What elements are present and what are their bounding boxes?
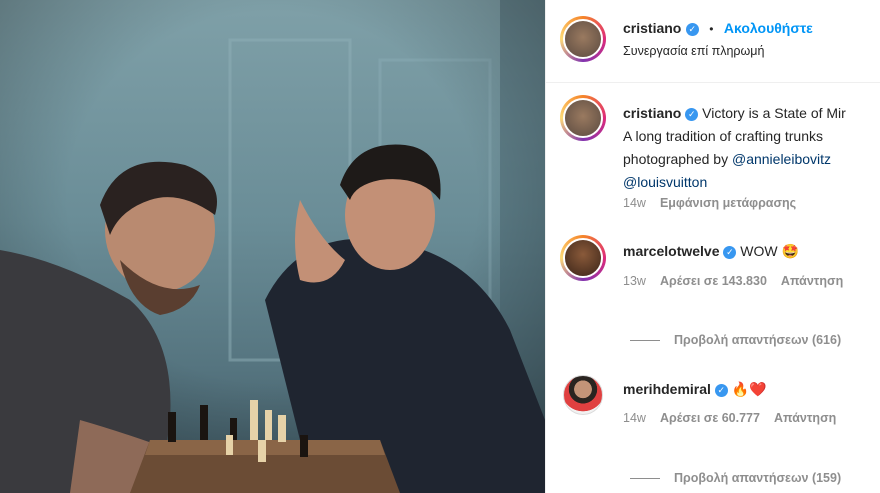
caption-prefix: photographed by — [623, 151, 732, 167]
caption-meta: 14w Εμφάνιση μετάφρασης — [623, 196, 810, 210]
caption-username[interactable]: cristiano — [623, 105, 681, 121]
comment-time[interactable]: 13w — [623, 274, 646, 288]
comment-avatar-image — [563, 238, 603, 278]
paid-partnership-label[interactable]: Συνεργασία επί πληρωμή — [623, 44, 764, 58]
caption-avatar[interactable] — [560, 95, 606, 141]
reply-button[interactable]: Απάντηση — [781, 274, 843, 288]
comment-likes[interactable]: Αρέσει σε 60.777 — [660, 411, 760, 425]
chess-photo-illustration — [0, 0, 545, 493]
see-translation-button[interactable]: Εμφάνιση μετάφρασης — [660, 196, 796, 210]
caption-line-1: cristiano ✓ Victory is a State of Mir — [623, 102, 880, 125]
comment-verified-icon: ✓ — [714, 384, 728, 397]
avatar-image — [563, 19, 603, 59]
comment-username[interactable]: marcelotwelve — [623, 243, 720, 259]
comment-username[interactable]: merihdemiral — [623, 381, 711, 397]
caption-text: cristiano ✓ Victory is a State of Mir A … — [623, 102, 880, 194]
caption-line-2: A long tradition of crafting trunks — [623, 128, 823, 144]
comment-meta: 13w Αρέσει σε 143.830 Απάντηση — [623, 274, 857, 288]
caption-avatar-image — [563, 98, 603, 138]
post-photo[interactable] — [0, 0, 545, 493]
post-header: cristiano ✓ • Ακολουθήστε — [623, 20, 813, 38]
comment-verified-icon: ✓ — [723, 246, 737, 259]
header-divider — [545, 82, 880, 83]
comment-body: merihdemiral ✓ 🔥❤️ — [623, 381, 767, 398]
caption-line-4: @louisvuitton — [623, 171, 880, 194]
reply-button[interactable]: Απάντηση — [774, 411, 836, 425]
mention-annieleibovitz[interactable]: @annieleibovitz — [732, 151, 831, 167]
view-replies-button[interactable]: Προβολή απαντήσεων (159) — [630, 471, 841, 485]
comment-text: 🔥❤️ — [731, 381, 767, 397]
author-username[interactable]: cristiano — [623, 20, 681, 36]
comment-likes[interactable]: Αρέσει σε 143.830 — [660, 274, 767, 288]
comment-text: WOW 🤩 — [740, 243, 799, 259]
follow-button[interactable]: Ακολουθήστε — [724, 20, 813, 36]
caption-line-3: photographed by @annieleibovitz — [623, 148, 880, 171]
caption-first-line: Victory is a State of Mir — [702, 105, 846, 121]
comment-avatar-marcelotwelve[interactable] — [560, 235, 606, 281]
comment-time[interactable]: 14w — [623, 411, 646, 425]
author-avatar[interactable] — [560, 16, 606, 62]
comment-avatar-merihdemiral[interactable] — [563, 375, 603, 415]
comment-meta: 14w Αρέσει σε 60.777 Απάντηση — [623, 411, 850, 425]
comment-body: marcelotwelve ✓ WOW 🤩 — [623, 243, 799, 260]
mention-louisvuitton[interactable]: @louisvuitton — [623, 174, 707, 190]
verified-badge-icon: ✓ — [685, 23, 699, 36]
separator-dot: • — [709, 22, 714, 36]
caption-verified-icon: ✓ — [685, 108, 699, 121]
view-replies-button[interactable]: Προβολή απαντήσεων (616) — [630, 333, 841, 347]
caption-time[interactable]: 14w — [623, 196, 646, 210]
